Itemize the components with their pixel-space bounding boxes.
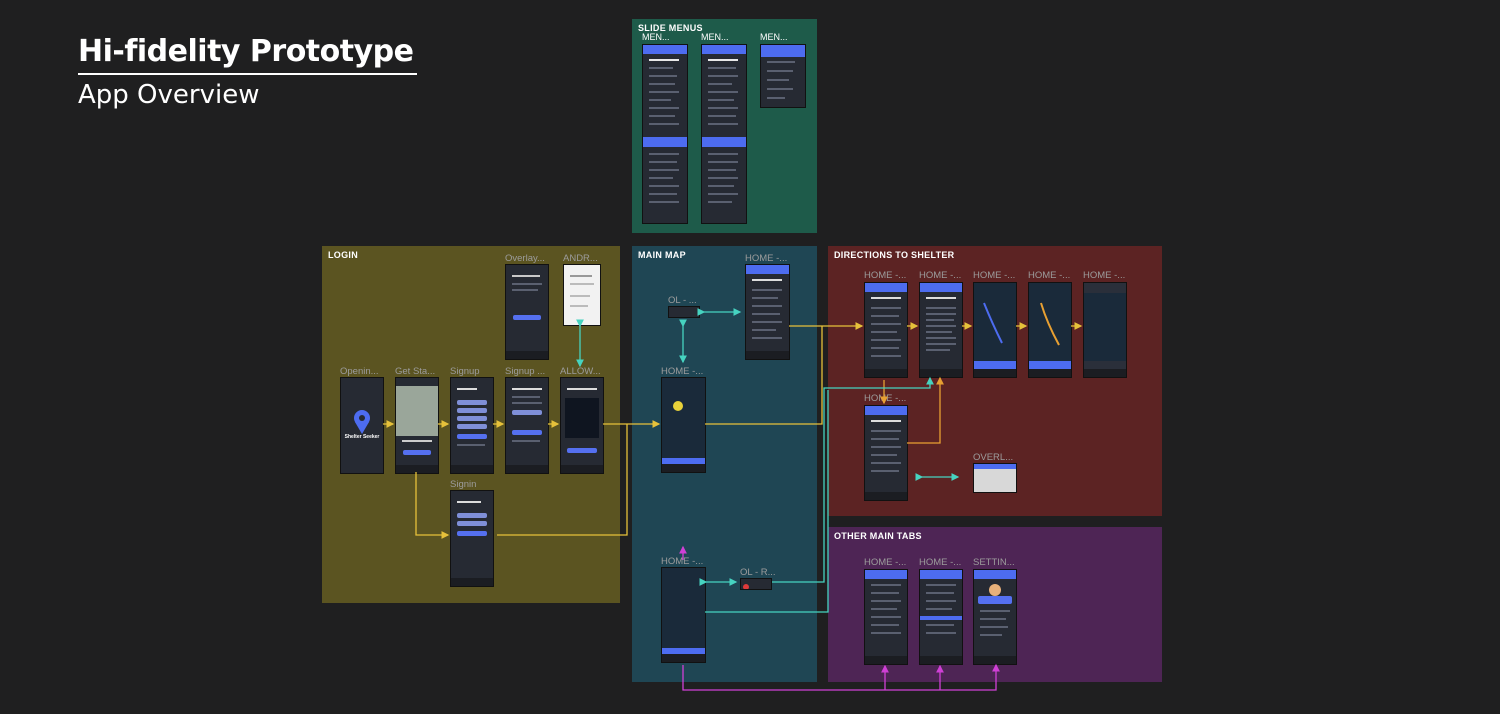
arrow [705, 326, 823, 425]
arrow [705, 390, 829, 613]
arrow [682, 663, 1000, 691]
arrow [415, 472, 450, 539]
arrow [497, 424, 628, 536]
arrow [772, 376, 934, 583]
flow-arrows [383, 308, 1083, 691]
